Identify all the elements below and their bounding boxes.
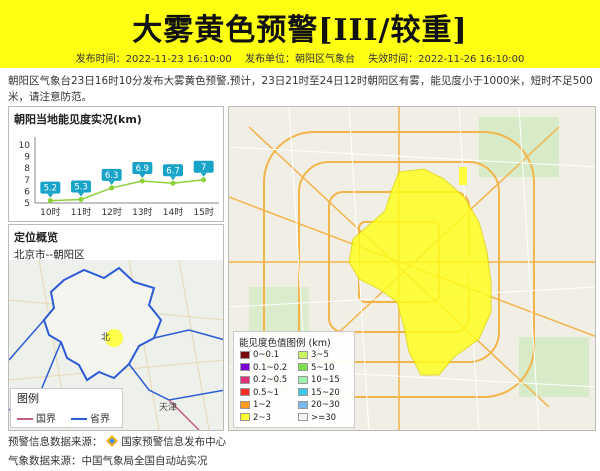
y-tick-label: 6 <box>24 187 30 197</box>
legend-swatch <box>240 363 250 371</box>
legend-item: 0.2~0.5 <box>240 375 287 386</box>
legend-label: 3~5 <box>311 350 329 360</box>
legend-swatch <box>240 400 250 409</box>
value-label: 5.2 <box>44 184 58 194</box>
legend-swatch <box>240 375 250 384</box>
value-label: 6.3 <box>105 171 119 181</box>
fog-patch <box>459 167 467 185</box>
legend-swatch <box>298 400 308 409</box>
legend-item: >=30 <box>298 413 336 424</box>
x-tick-label: 14时 <box>163 206 183 218</box>
y-tick-label: 7 <box>24 176 30 186</box>
boundary-legend-title: 图例 <box>17 392 39 405</box>
value-label: 6.7 <box>166 166 180 176</box>
visibility-chart-panel: 朝阳当地能见度实况(km) 10 9 8 7 6 5 10时 11时 12时 13时 14时 15时 5… <box>8 106 224 222</box>
legend-label: 0.1~0.2 <box>253 362 288 373</box>
warning-header: 大雾黄色预警[III/较重] 发布时间：2022-11-23 16:10:00 … <box>0 0 600 68</box>
publish-time: 发布时间：2022-11-23 16:10:00 <box>75 54 232 65</box>
value-label-pointer <box>139 173 146 178</box>
legend-item: 5~10 <box>298 363 334 374</box>
y-tick-label: 5 <box>24 199 30 209</box>
value-label-pointer <box>200 172 207 177</box>
visibility-point <box>170 180 176 186</box>
y-tick-label: 8 <box>24 164 30 174</box>
x-tick-label: 13时 <box>132 206 152 218</box>
warning-source-name[interactable]: 国家预警信息发布中心 <box>121 436 226 448</box>
legend-item: 1~2 <box>240 400 271 411</box>
legend-swatch <box>298 363 308 371</box>
expiry-time: 失效时间：2022-11-26 16:10:00 <box>368 54 525 65</box>
legend-swatch <box>240 413 250 421</box>
visibility-color-legend: 能见度色值图例 (km) 0~0.1 3~5 0.1~0.2 5~10 0.2~0.5 1… <box>233 331 355 428</box>
legend-label: 15~20 <box>311 387 340 398</box>
warning-source-label: 预警信息数据来源： <box>8 436 103 448</box>
legend-item: 0.1~0.2 <box>240 363 287 374</box>
y-tick-label: 10 <box>19 141 31 151</box>
value-label-pointer <box>78 192 84 197</box>
fog-warning-map[interactable]: 能见度色值图例 (km) 0~0.1 3~5 0.1~0.2 5~10 0.2~0.5 1… <box>228 106 596 431</box>
legend-label: 0.5~1 <box>253 387 280 398</box>
x-tick-label: 10时 <box>40 206 60 218</box>
legend-item: 0.5~1 <box>240 388 279 399</box>
visibility-point <box>109 185 115 191</box>
legend-item: 20~30 <box>298 400 340 411</box>
x-tick-label: 15时 <box>193 206 213 218</box>
visibility-chart: 109876510时 11时 12时 13时 14时 15时5.2 5.36.36.9 6.7… <box>19 137 219 218</box>
legend-item: 2~3 <box>240 413 271 424</box>
x-tick-label: 12时 <box>101 206 121 218</box>
publisher: 发布单位：朝阳区气象台 <box>245 54 355 65</box>
legend-item-provincial: 省界 <box>71 410 110 425</box>
warning-meta: 发布时间：2022-11-23 16:10:00 发布单位：朝阳区气象台 失效时… <box>0 50 600 65</box>
visibility-point <box>139 178 145 184</box>
legend-swatch <box>298 350 308 359</box>
legend-item: 10~15 <box>298 375 340 386</box>
legend-label: 0.2~0.5 <box>253 375 288 385</box>
value-label: 6.9 <box>136 164 150 174</box>
visibility-point <box>201 177 207 183</box>
legend-item: 0~0.1 <box>240 350 279 361</box>
weather-source-line: 气象数据来源：中国气象局全国自动站实况 <box>8 455 208 467</box>
visibility-legend-title: 能见度色值图例 (km) <box>239 338 331 349</box>
provincial-border-swatch <box>71 418 87 420</box>
legend-label: 20~30 <box>311 400 340 410</box>
warning-title: 大雾黄色预警[III/较重] <box>132 13 468 48</box>
boundary-legend: 图例 国界 省界 <box>10 388 123 428</box>
legend-item: 3~5 <box>298 350 329 361</box>
visibility-point <box>78 197 84 203</box>
legend-label: 0~0.1 <box>253 350 280 360</box>
value-label-pointer <box>170 176 176 181</box>
legend-label: 10~15 <box>311 375 340 385</box>
legend-label: >=30 <box>311 412 337 423</box>
y-tick-label: 9 <box>24 153 30 163</box>
x-tick-label: 11时 <box>71 206 91 218</box>
value-label: 5.3 <box>74 183 88 193</box>
visibility-point <box>47 198 53 204</box>
value-label-pointer <box>47 193 54 198</box>
provincial-border-label: 省界 <box>90 414 110 425</box>
legend-item: 15~20 <box>298 388 340 399</box>
legend-swatch <box>298 413 308 421</box>
location-title: 定位概览 <box>14 231 58 244</box>
legend-item-national: 国界 <box>17 410 56 425</box>
beijing-label: 北 <box>101 332 110 343</box>
national-border-swatch <box>17 418 33 420</box>
legend-label: 2~3 <box>253 412 271 423</box>
warning-description: 朝阳区气象台23日16时10分发布大雾黄色预警,预计，23日21时至24日12时… <box>8 75 593 103</box>
warning-source-line: 预警信息数据来源： 国家预警信息发布中心 <box>8 434 226 449</box>
legend-swatch <box>298 388 308 396</box>
tianjin-label: 天津 <box>159 402 177 413</box>
national-border-label: 国界 <box>36 414 56 425</box>
legend-swatch <box>298 375 308 384</box>
legend-label: 5~10 <box>311 362 335 373</box>
legend-swatch <box>240 350 250 359</box>
legend-swatch <box>240 388 250 396</box>
legend-label: 1~2 <box>253 400 271 410</box>
value-label: 7 <box>201 163 206 173</box>
value-label-pointer <box>108 180 115 185</box>
warning-center-logo-icon <box>105 435 118 447</box>
